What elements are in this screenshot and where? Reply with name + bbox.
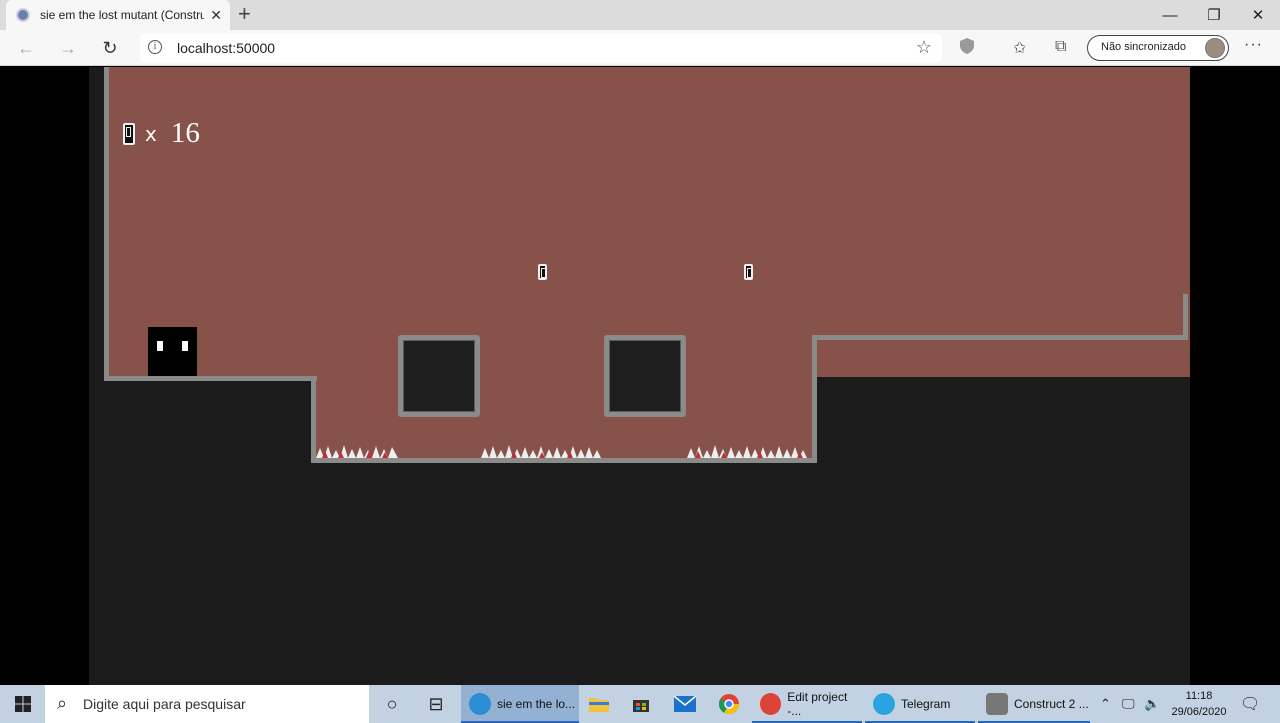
sync-label: Não sincronizado [1101,41,1186,53]
forward-icon[interactable]: → [56,36,80,60]
spikes [316,445,398,458]
taskbar-app-chrome-edit-project[interactable]: Edit project -... [752,685,862,723]
task-view-icon[interactable]: ⊟ [422,685,450,723]
notifications-icon[interactable]: 🗨 [1240,685,1260,723]
browser-toolbar: ← → ↻ i localhost:50000 ☆ ✩ ⧉ Não sincro… [0,30,1280,66]
windows-logo-icon [14,696,31,712]
favorites-icon[interactable]: ✩ [1013,38,1026,58]
edge-icon [469,693,491,715]
coin-icon [744,264,753,280]
search-icon: ⌕ [57,693,68,713]
taskbar-search[interactable]: ⌕ Digite aqui para pesquisar [45,685,369,723]
spikes [481,445,605,458]
chrome-icon[interactable] [717,685,741,723]
taskbar-app-telegram[interactable]: Telegram [865,685,975,723]
minimize-button[interactable]: — [1148,0,1192,30]
taskbar-app-label: sie em the lo... [497,697,576,711]
browser-tab[interactable]: sie em the lost mutant (Construct 2) ✕ [6,0,230,30]
floating-block [604,335,686,417]
construct-gear-icon [986,693,1008,715]
shield-icon[interactable] [960,38,974,59]
store-icon[interactable] [630,685,652,723]
player-character [148,327,197,376]
volume-icon[interactable]: 🔈 [1144,685,1160,723]
telegram-icon [873,693,895,715]
pit-right-wall [812,335,817,463]
coin-counter: x 16 [123,117,200,150]
chrome-icon [760,693,782,715]
floating-block [398,335,480,417]
maximize-button[interactable]: ❐ [1192,0,1236,30]
player-eye [182,341,188,351]
construct-favicon-icon [16,8,30,22]
more-icon[interactable]: ··· [1244,36,1263,54]
room-background [109,67,1190,377]
sync-button[interactable]: Não sincronizado [1087,35,1229,61]
taskbar-app-construct[interactable]: Construct 2 ... [978,685,1090,723]
close-window-button[interactable]: ✕ [1236,0,1280,30]
back-icon[interactable]: ← [14,36,38,60]
taskbar-app-label: Edit project -... [787,690,848,718]
game-viewport: x 16 [0,67,1280,685]
left-wall [104,67,109,380]
player-eye [157,341,163,351]
right-step [1183,294,1188,340]
address-bar[interactable]: i localhost:50000 ☆ [140,34,942,62]
clock-date: 29/06/2020 [1171,706,1227,718]
taskbar-app-edge[interactable]: sie em the lo... [461,685,579,723]
cortana-icon[interactable]: ○ [378,685,406,723]
taskbar-app-label: Telegram [901,697,951,711]
avatar [1205,38,1225,58]
tab-title: sie em the lost mutant (Construct 2) [40,8,204,22]
tray-chevron-icon[interactable]: ⌃ [1100,685,1111,723]
close-tab-icon[interactable]: ✕ [210,7,222,23]
left-floor [104,376,317,381]
new-tab-button[interactable]: + [238,3,251,25]
coin-multiplier: x [145,121,157,146]
file-explorer-icon[interactable] [588,685,610,723]
pit-floor [311,458,817,463]
refresh-icon[interactable]: ↻ [98,36,122,60]
url-text[interactable]: localhost:50000 [177,40,275,56]
network-icon[interactable]: 🖵 [1122,685,1135,723]
spikes [687,445,811,458]
coin-icon [538,264,547,280]
coin-count: 16 [170,117,200,149]
game-canvas[interactable]: x 16 [89,67,1190,685]
mail-icon[interactable] [673,685,697,723]
star-icon[interactable]: ☆ [916,37,932,58]
taskbar: ⌕ Digite aqui para pesquisar ○ ⊟ sie em … [0,685,1280,723]
coin-counter-icon [123,122,135,145]
windows-start-button[interactable] [0,685,45,723]
search-input[interactable]: Digite aqui para pesquisar [83,696,246,712]
collections-icon[interactable]: ⧉ [1055,38,1066,56]
info-icon[interactable]: i [148,40,162,54]
system-clock[interactable]: 11:18 29/06/2020 [1164,688,1234,720]
right-floor [812,335,1185,340]
clock-time: 11:18 [1185,690,1213,702]
tab-bar: sie em the lost mutant (Construct 2) ✕ +… [0,0,1280,30]
taskbar-app-label: Construct 2 ... [1014,697,1089,711]
